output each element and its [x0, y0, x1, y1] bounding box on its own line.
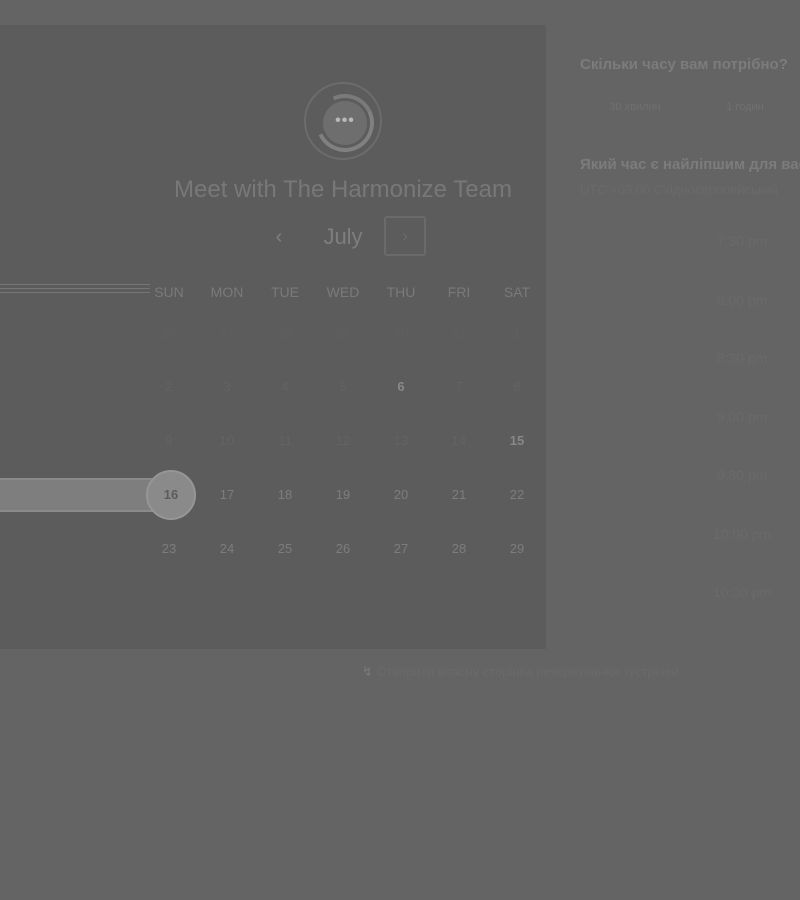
calendar-day[interactable]: 10 — [198, 426, 256, 456]
time-question: Який час є найліпшим для вас? — [580, 156, 800, 173]
calendar-day: 3 — [223, 379, 231, 394]
calendar-day[interactable]: 12 — [314, 426, 372, 456]
calendar-day: 2 — [165, 379, 173, 394]
weekday-tue: TUE — [271, 284, 299, 300]
time-slot[interactable]: 10:30 pm — [690, 579, 794, 605]
calendar-day[interactable]: 21 — [430, 480, 488, 510]
calendar-day: 29 — [335, 325, 351, 340]
calendar-day: 6 — [397, 379, 405, 394]
calendar-day: 8 — [513, 379, 521, 394]
calendar-day[interactable]: 28 — [430, 534, 488, 564]
calendar-day[interactable]: 26 — [314, 534, 372, 564]
month-label: July — [323, 224, 363, 249]
next-month-button[interactable]: › — [384, 216, 426, 256]
create-booking-page-link[interactable]: ↯ Створити власну сторінка резервування з… — [362, 664, 679, 680]
selected-day-highlight — [0, 478, 170, 512]
calendar-day: 5 — [339, 379, 347, 394]
calendar-day: 4 — [281, 379, 289, 394]
duration-option-30min[interactable]: 30 хвилин — [580, 94, 690, 120]
time-slot[interactable]: 9:00 pm — [690, 404, 794, 430]
calendar-day[interactable]: 17 — [198, 480, 256, 510]
chat-bubble-icon: ••• — [323, 101, 367, 145]
lightning-icon: ↯ — [362, 664, 373, 679]
calendar-day[interactable]: 24 — [198, 534, 256, 564]
calendar-day: 26 — [161, 325, 177, 340]
weekday-mon: MON — [210, 284, 244, 300]
prev-month-button[interactable]: ‹ — [262, 222, 296, 252]
calendar-day[interactable]: 14 — [430, 426, 488, 456]
time-slot[interactable]: 8:30 pm — [690, 345, 794, 371]
calendar-day[interactable]: 9 — [140, 426, 198, 456]
calendar-day[interactable]: 11 — [256, 426, 314, 456]
calendar-day: 1 — [513, 325, 521, 340]
calendar-day[interactable]: 23 — [140, 534, 198, 564]
calendar-day: 28 — [277, 325, 293, 340]
calendar-day[interactable]: 22 — [488, 480, 546, 510]
calendar-day[interactable]: 19 — [314, 480, 372, 510]
duration-question: Скільки часу вам потрібно? — [580, 56, 788, 73]
selected-day[interactable]: 16 — [146, 470, 196, 520]
calendar-day[interactable]: 27 — [372, 534, 430, 564]
calendar-day: 7 — [455, 379, 463, 394]
month-navigation: ‹ July › — [262, 216, 432, 258]
footer-link-text: Створити власну сторінка резервування зу… — [376, 664, 679, 679]
weekday-wed: WED — [326, 284, 360, 300]
calendar-day: 30 — [393, 325, 409, 340]
time-slot[interactable]: 9:30 pm — [690, 462, 794, 488]
time-slot[interactable]: 7:30 pm — [690, 228, 794, 254]
team-logo: ••• — [304, 82, 383, 161]
time-slot[interactable]: 10:00 pm — [690, 521, 794, 547]
page-title: Meet with The Harmonize Team — [174, 176, 512, 203]
time-slot[interactable]: 8:00 pm — [690, 287, 794, 313]
weekday-thu: THU — [386, 284, 416, 300]
calendar-day: 31 — [451, 325, 467, 340]
weekday-sat: SAT — [503, 284, 531, 300]
weekday-fri: FRI — [447, 284, 471, 300]
calendar-day[interactable]: 15 — [488, 426, 546, 456]
calendar-day[interactable]: 29 — [488, 534, 546, 564]
decorative-lines — [0, 284, 150, 298]
calendar-day[interactable]: 18 — [256, 480, 314, 510]
calendar-day[interactable]: 13 — [372, 426, 430, 456]
calendar-day[interactable]: 20 — [372, 480, 430, 510]
duration-option-1hour[interactable]: 1 годин — [690, 94, 800, 120]
weekday-sun: SUN — [154, 284, 184, 300]
calendar-day[interactable]: 25 — [256, 534, 314, 564]
timezone-selector[interactable]: UTC +03:00 Східноєвропейський — [580, 182, 778, 197]
calendar-day: 27 — [219, 325, 235, 340]
